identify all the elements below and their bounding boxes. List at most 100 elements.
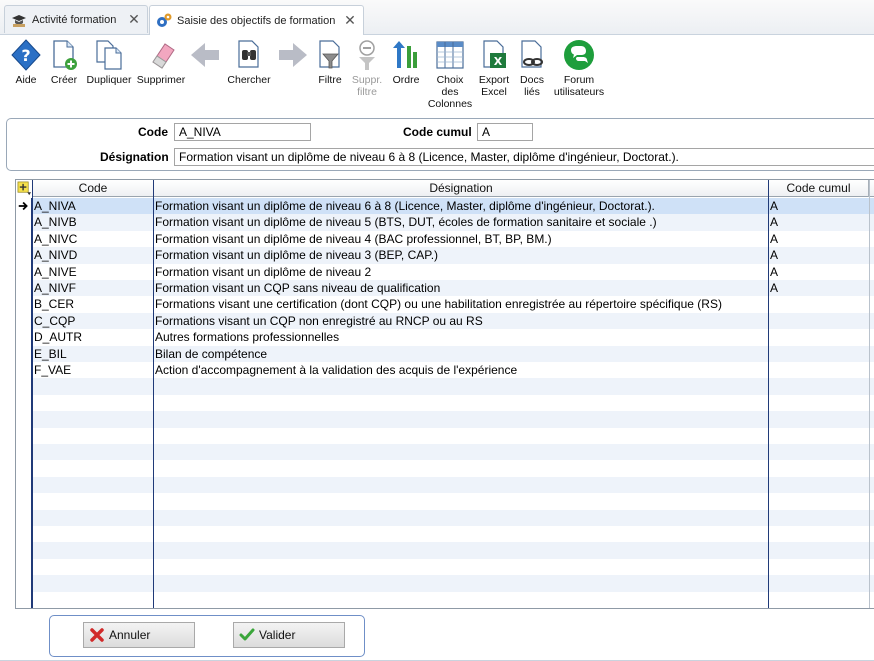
cell-designation[interactable]: Formation visant un diplôme de niveau 6 … bbox=[154, 198, 767, 214]
cell-designation[interactable]: Formations visant une certification (don… bbox=[154, 296, 767, 312]
empty-table-row[interactable] bbox=[16, 444, 874, 461]
cell-code[interactable]: A_NIVB bbox=[33, 214, 152, 230]
empty-table-row[interactable] bbox=[16, 378, 874, 395]
cell-designation[interactable]: Formations visant un CQP non enregistré … bbox=[154, 313, 767, 329]
empty-table-row[interactable] bbox=[16, 558, 874, 576]
cell-code-cumul[interactable] bbox=[769, 296, 868, 312]
cell-code[interactable]: D_AUTR bbox=[33, 329, 152, 345]
cell-code[interactable]: A_NIVC bbox=[33, 231, 152, 247]
empty-table-row[interactable] bbox=[16, 591, 874, 608]
docs-lies-button[interactable]: Docs liés bbox=[515, 38, 549, 98]
table-row[interactable]: A_NIVE Formation visant un diplôme de niv… bbox=[16, 263, 874, 280]
annuler-button[interactable]: Annuler bbox=[83, 622, 195, 648]
row-indicator[interactable] bbox=[16, 263, 32, 280]
row-indicator[interactable] bbox=[16, 362, 32, 379]
export-excel-button[interactable]: X Export Excel bbox=[476, 38, 512, 98]
empty-table-row[interactable] bbox=[16, 394, 874, 412]
cell-code[interactable]: A_NIVE bbox=[33, 264, 152, 280]
tab-saisie-objectifs[interactable]: Saisie des objectifs de formation ✕ bbox=[149, 5, 364, 35]
close-icon[interactable]: ✕ bbox=[127, 11, 141, 28]
table-row[interactable]: A_NIVD Formation visant un diplôme de niv… bbox=[16, 247, 874, 264]
row-indicator[interactable] bbox=[16, 312, 32, 330]
cell-code[interactable]: A_NIVF bbox=[33, 280, 152, 296]
empty-table-row[interactable] bbox=[16, 411, 874, 428]
cell-code-cumul[interactable]: A bbox=[769, 214, 868, 230]
table-row[interactable]: D_AUTR Autres formations professionnelles bbox=[16, 329, 874, 346]
row-indicator[interactable] bbox=[16, 575, 32, 592]
row-indicator[interactable] bbox=[16, 411, 32, 428]
chercher-button[interactable]: Chercher bbox=[226, 38, 272, 86]
empty-table-row[interactable] bbox=[16, 493, 874, 510]
cell-code-cumul[interactable]: A bbox=[769, 264, 868, 280]
column-header-designation[interactable]: Désignation bbox=[154, 180, 769, 197]
table-row[interactable]: B_CER Formations visant une certification… bbox=[16, 296, 874, 313]
cell-code[interactable]: A_NIVA bbox=[33, 198, 152, 214]
previous-button[interactable] bbox=[188, 38, 222, 74]
cell-code-cumul[interactable]: A bbox=[769, 247, 868, 263]
cell-designation[interactable]: Formation visant un diplôme de niveau 5 … bbox=[154, 214, 767, 230]
cell-code-cumul[interactable]: A bbox=[769, 198, 868, 214]
suppr-filtre-button[interactable]: Suppr. filtre bbox=[349, 38, 385, 98]
row-indicator[interactable] bbox=[16, 394, 32, 412]
cell-code[interactable]: F_VAE bbox=[33, 362, 152, 378]
empty-table-row[interactable] bbox=[16, 427, 874, 444]
row-indicator[interactable] bbox=[16, 329, 32, 346]
cell-designation[interactable]: Formation visant un diplôme de niveau 3 … bbox=[154, 247, 767, 263]
empty-table-row[interactable] bbox=[16, 526, 874, 543]
empty-table-row[interactable] bbox=[16, 542, 874, 559]
supprimer-button[interactable]: Supprimer bbox=[136, 38, 186, 86]
cell-designation[interactable]: Formation visant un CQP sans niveau de q… bbox=[154, 280, 767, 296]
forum-button[interactable]: Forum utilisateurs bbox=[552, 38, 606, 98]
cell-designation[interactable]: Bilan de compétence bbox=[154, 346, 767, 362]
row-indicator[interactable] bbox=[16, 460, 32, 477]
cell-designation[interactable]: Action d'accompagnement à la validation … bbox=[154, 362, 767, 378]
cell-code[interactable]: A_NIVD bbox=[33, 247, 152, 263]
column-header-code-cumul[interactable]: Code cumul bbox=[769, 180, 869, 197]
cell-designation[interactable]: Formation visant un diplôme de niveau 4 … bbox=[154, 231, 767, 247]
designation-input[interactable]: Formation visant un diplôme de niveau 6 … bbox=[174, 148, 874, 166]
cell-code-cumul[interactable] bbox=[769, 329, 868, 345]
table-row[interactable]: A_NIVC Formation visant un diplôme de niv… bbox=[16, 230, 874, 248]
cell-code-cumul[interactable]: A bbox=[769, 280, 868, 296]
cell-code-cumul[interactable] bbox=[769, 346, 868, 362]
code-input[interactable]: A_NIVA bbox=[174, 123, 311, 141]
table-row[interactable]: E_BIL Bilan de compétence bbox=[16, 345, 874, 362]
row-indicator[interactable] bbox=[16, 558, 32, 576]
table-row[interactable]: C_CQP Formations visant un CQP non enregi… bbox=[16, 312, 874, 330]
cell-code[interactable]: B_CER bbox=[33, 296, 152, 312]
row-indicator[interactable] bbox=[16, 444, 32, 461]
row-indicator[interactable] bbox=[16, 509, 32, 526]
valider-button[interactable]: Valider bbox=[233, 622, 345, 648]
row-indicator[interactable] bbox=[16, 476, 32, 494]
table-row[interactable]: F_VAE Action d'accompagnement à la valida… bbox=[16, 362, 874, 379]
cell-code[interactable]: E_BIL bbox=[33, 346, 152, 362]
cell-designation[interactable]: Formation visant un diplôme de niveau 2 bbox=[154, 264, 767, 280]
dupliquer-button[interactable]: Dupliquer bbox=[84, 38, 134, 86]
next-button[interactable] bbox=[276, 38, 310, 74]
ordre-button[interactable]: Ordre bbox=[388, 38, 424, 86]
tab-activite-formation[interactable]: Activité formation ✕ bbox=[4, 5, 148, 33]
row-indicator[interactable] bbox=[16, 280, 32, 297]
row-indicator[interactable] bbox=[16, 247, 32, 264]
row-indicator[interactable] bbox=[16, 493, 32, 510]
cell-code-cumul[interactable]: A bbox=[769, 231, 868, 247]
table-row[interactable]: A_NIVA Formation visant un diplôme de niv… bbox=[16, 198, 874, 215]
row-indicator[interactable] bbox=[16, 230, 32, 248]
row-indicator[interactable] bbox=[16, 526, 32, 543]
empty-table-row[interactable] bbox=[16, 460, 874, 477]
add-column-button[interactable] bbox=[16, 180, 33, 197]
row-indicator[interactable] bbox=[16, 345, 32, 362]
cell-code[interactable]: C_CQP bbox=[33, 313, 152, 329]
cell-code-cumul[interactable] bbox=[769, 362, 868, 378]
empty-table-row[interactable] bbox=[16, 575, 874, 592]
row-indicator[interactable] bbox=[16, 296, 32, 313]
cell-code-cumul[interactable] bbox=[769, 313, 868, 329]
choix-colonnes-button[interactable]: Choix des Colonnes bbox=[426, 38, 474, 110]
row-indicator[interactable] bbox=[16, 591, 32, 608]
filtre-button[interactable]: Filtre bbox=[313, 38, 347, 86]
table-row[interactable]: A_NIVB Formation visant un diplôme de niv… bbox=[16, 214, 874, 231]
table-row[interactable]: A_NIVF Formation visant un CQP sans nivea… bbox=[16, 280, 874, 297]
code-cumul-input[interactable]: A bbox=[477, 123, 533, 141]
row-indicator[interactable] bbox=[16, 214, 32, 231]
row-indicator[interactable] bbox=[16, 378, 32, 395]
